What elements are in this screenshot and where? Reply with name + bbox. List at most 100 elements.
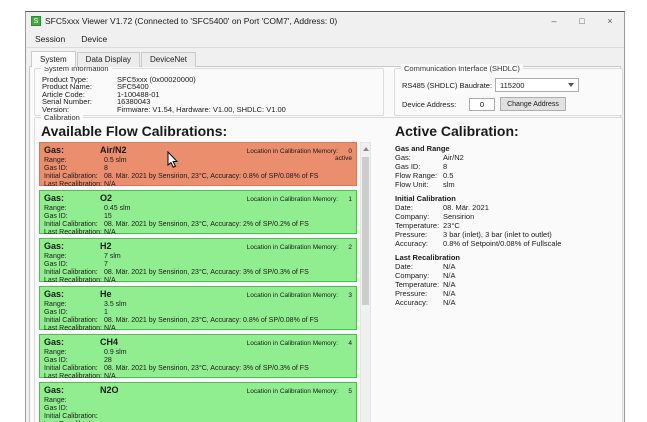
gas-name: Air/N2	[100, 145, 127, 155]
location-label: Location in Calibration Memory:	[247, 147, 338, 157]
initial-calibration-value: 08. Mär. 2021 by Sensirion, 23°C, Accura…	[104, 317, 318, 325]
menu-bar: Session Device	[26, 30, 624, 48]
communication-interface-group: Communication Interface (SHDLC) RS485 (S…	[394, 68, 623, 116]
location-label: Location in Calibration Memory:	[247, 243, 338, 253]
initial-company-value: Sensirion	[443, 212, 474, 221]
gas-id-value: 28	[104, 357, 112, 365]
baudrate-label: RS485 (SHDLC) Baudrate:	[402, 81, 492, 90]
location-number: 4	[338, 339, 352, 349]
initial-calibration-value: 08. Mär. 2021 by Sensirion, 23°C, Accura…	[104, 365, 309, 373]
last-recalibration-value: N/A	[104, 325, 116, 333]
calibration-entry-h2[interactable]: Gas: H2 Location in Calibration Memory: …	[39, 238, 357, 282]
communication-interface-title: Communication Interface (SHDLC)	[401, 64, 523, 73]
range-value: 0.9 slm	[104, 349, 127, 357]
calibration-entry-he[interactable]: Gas: He Location in Calibration Memory: …	[39, 286, 357, 330]
minimize-button[interactable]: –	[540, 12, 568, 30]
app-window: S SFC5xxx Viewer V1.72 (Connected to 'SF…	[25, 11, 625, 422]
menu-session[interactable]: Session	[35, 34, 65, 44]
available-flow-calibrations-title: Available Flow Calibrations:	[41, 123, 227, 139]
location-number: 2	[338, 243, 352, 253]
baudrate-value: 115200	[500, 81, 524, 90]
location-number: 3	[338, 291, 352, 301]
initial-accuracy-value: 0.8% of Setpoint/0.08% of Fullscale	[443, 239, 561, 248]
version-value: Firmware: V1.54, Hardware: V1.00, SHDLC:…	[117, 106, 286, 113]
calibration-entry-air-n2[interactable]: Gas: Air/N2 Location in Calibration Memo…	[39, 142, 357, 186]
scrollbar-thumb[interactable]	[362, 157, 369, 305]
last-recalibration-section-title: Last Recalibration	[395, 253, 619, 262]
location-label: Location in Calibration Memory:	[247, 387, 338, 397]
last-recalibration-value: N/A	[104, 373, 116, 381]
gas-name: H2	[100, 241, 112, 251]
baudrate-dropdown[interactable]: 115200	[495, 78, 579, 92]
calibration-entry-o2[interactable]: Gas: O2 Location in Calibration Memory: …	[39, 190, 357, 234]
location-label: Location in Calibration Memory:	[247, 291, 338, 301]
calibration-entry-ch4[interactable]: Gas: CH4 Location in Calibration Memory:…	[39, 334, 357, 378]
recal-company-value: N/A	[443, 271, 456, 280]
calibration-group: Calibration Available Flow Calibrations:…	[34, 117, 623, 422]
gas-name: He	[100, 289, 112, 299]
gas-name: CH4	[100, 337, 118, 347]
gas-label: Gas:	[44, 385, 100, 395]
calibration-group-label: Calibration	[41, 113, 83, 122]
initial-calibration-value: 08. Mär. 2021 by Sensirion, 23°C, Accura…	[104, 269, 309, 277]
active-calibration-title: Active Calibration:	[395, 123, 519, 139]
maximize-button[interactable]: □	[568, 12, 596, 30]
gas-and-range-section-title: Gas and Range	[395, 144, 619, 153]
location-label: Location in Calibration Memory:	[247, 195, 338, 205]
initial-calibration-section-title: Initial Calibration	[395, 194, 619, 203]
range-value: 0.45 slm	[104, 205, 130, 213]
scroll-up-icon	[363, 147, 369, 151]
initial-date-value: 08. Mär. 2021	[443, 203, 489, 212]
device-address-label: Device Address:	[402, 100, 456, 109]
recal-accuracy-value: N/A	[443, 298, 456, 307]
initial-calibration-value: 08. Mär. 2021 by Sensirion, 23°C, Accura…	[104, 173, 318, 181]
calibration-entry-n2o[interactable]: Gas: N2O Location in Calibration Memory:…	[39, 382, 357, 422]
change-address-button[interactable]: Change Address	[500, 97, 566, 111]
vertical-scrollbar[interactable]	[360, 142, 371, 422]
gas-label: Gas:	[44, 337, 100, 347]
mouse-cursor-icon	[167, 151, 179, 169]
menu-device[interactable]: Device	[81, 34, 107, 44]
active-flow-unit-value: slm	[443, 180, 455, 189]
recal-pressure-value: N/A	[443, 289, 456, 298]
close-button[interactable]: ×	[596, 12, 624, 30]
active-gas-id-value: 8	[443, 162, 447, 171]
gas-label: Gas:	[44, 193, 100, 203]
gas-label: Gas:	[44, 289, 100, 299]
gas-id-value: 7	[104, 261, 108, 269]
chevron-down-icon	[568, 83, 574, 87]
version-row: Version: Firmware: V1.54, Hardware: V1.0…	[42, 106, 383, 113]
gas-label: Gas:	[44, 145, 100, 155]
gas-name: N2O	[100, 385, 119, 395]
recal-temperature-value: N/A	[443, 280, 456, 289]
last-recalibration-value: N/A	[104, 229, 116, 237]
range-value: 3.5 slm	[104, 301, 127, 309]
device-address-input[interactable]	[469, 98, 495, 111]
location-number: 5	[338, 387, 352, 397]
scroll-up-button[interactable]	[361, 143, 370, 154]
range-value: 7 slm	[104, 253, 121, 261]
initial-temperature-value: 23°C	[443, 221, 460, 230]
gas-id-value: 8	[104, 165, 108, 173]
screen: S SFC5xxx Viewer V1.72 (Connected to 'SF…	[0, 0, 647, 422]
active-gas-value: Air/N2	[443, 153, 464, 162]
calibration-list: Gas: Air/N2 Location in Calibration Memo…	[39, 142, 371, 422]
active-flow-range-value: 0.5	[443, 171, 453, 180]
last-recalibration-value: N/A	[104, 277, 116, 285]
initial-pressure-value: 3 bar (inlet), 3 bar (inlet to outlet)	[443, 230, 552, 239]
last-recalibration-value: N/A	[104, 181, 116, 189]
article-code-row: Article Code: 1-100488-01	[42, 91, 383, 98]
gas-name: O2	[100, 193, 112, 203]
product-type-row: Product Type: SFC5xxx (0x00020000)	[42, 76, 383, 83]
recal-date-value: N/A	[443, 262, 456, 271]
initial-calibration-value: 08. Mär. 2021 by Sensirion, 23°C, Accura…	[104, 221, 309, 229]
tab-system[interactable]: System	[31, 51, 76, 67]
tab-strip: System Data Display DeviceNet	[31, 52, 197, 67]
tab-data-display[interactable]: Data Display	[77, 52, 140, 67]
active-calibration-panel: Gas and Range Gas:Air/N2 Gas ID:8 Flow R…	[395, 144, 619, 307]
system-information-group: System Information Product Type: SFC5xxx…	[34, 68, 384, 116]
location-number: 1	[338, 195, 352, 205]
location-label: Location in Calibration Memory:	[247, 339, 338, 349]
title-bar[interactable]: S SFC5xxx Viewer V1.72 (Connected to 'SF…	[26, 12, 624, 30]
tab-devicenet[interactable]: DeviceNet	[141, 52, 196, 67]
